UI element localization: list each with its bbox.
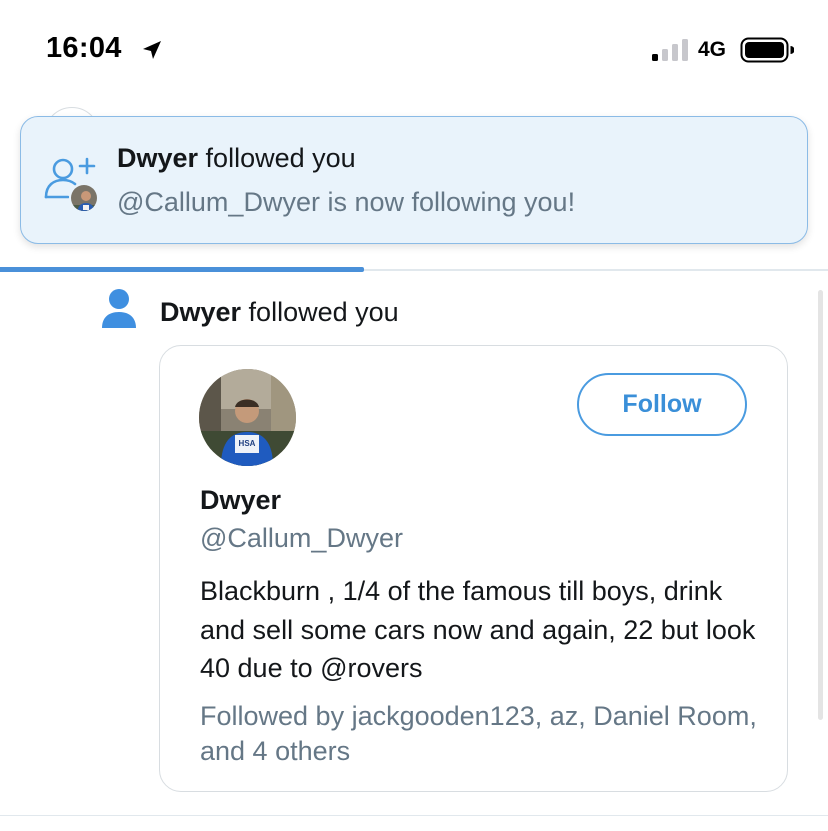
person-icon [102,289,136,328]
followed-by-text: Followed by jackgooden123, az, Daniel Ro… [200,701,757,766]
signal-bars-icon [652,39,688,61]
profile-avatar[interactable]: HSA [199,369,296,466]
bottom-divider [0,815,828,816]
profile-bio: Blackburn , 1/4 of the famous till boys,… [200,576,756,683]
notification-text[interactable]: Dwyer followed you [160,297,399,328]
toast-avatar [69,183,99,213]
profile-name: Dwyer [200,485,282,515]
battery-icon [740,37,794,63]
status-time: 16:04 [46,32,122,64]
progress-indicator [0,267,364,272]
svg-text:HSA: HSA [239,439,256,448]
toast-title: Dwyer followed you [117,143,356,173]
follow-toast[interactable]: Dwyer followed you @Callum_Dwyer is now … [20,116,808,244]
location-arrow-icon [143,41,161,59]
follow-button[interactable]: Follow [577,373,747,436]
profile-handle: @Callum_Dwyer [200,523,403,553]
profile-card[interactable]: HSA Follow Dwyer @Callum_Dwyer Blackburn… [159,345,788,792]
scrollbar[interactable] [818,290,823,720]
network-type: 4G [698,38,727,61]
toast-message: @Callum_Dwyer is now following you! [117,187,576,217]
